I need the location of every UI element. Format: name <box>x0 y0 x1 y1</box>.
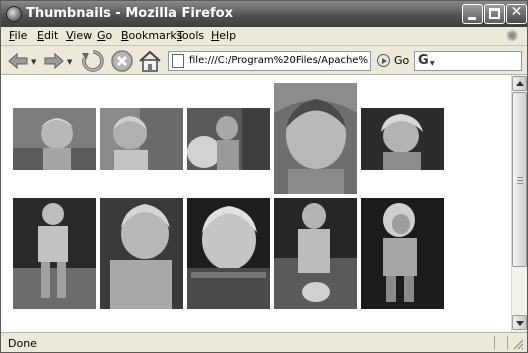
vertical-scrollbar[interactable] <box>511 75 527 332</box>
minimize-button[interactable] <box>462 4 483 24</box>
browser-window: Thumbnails - Mozilla Firefox ✕ File Edit… <box>0 0 528 353</box>
status-bar: Done <box>1 332 527 352</box>
menu-go[interactable]: Go <box>97 29 112 42</box>
scroll-up-button[interactable] <box>512 76 527 91</box>
status-text: Done <box>8 337 37 350</box>
status-divider <box>507 336 508 350</box>
maximize-icon <box>489 8 500 19</box>
forward-button[interactable] <box>43 52 65 70</box>
arrow-down-icon <box>516 321 524 326</box>
minimize-icon <box>468 17 476 20</box>
status-divider <box>494 336 495 350</box>
stop-icon <box>111 50 133 72</box>
search-engine-icon[interactable]: G <box>418 53 429 68</box>
thumbnail-photo-3[interactable] <box>187 108 270 170</box>
thumbnail-photo-2[interactable] <box>100 108 183 170</box>
menu-edit[interactable]: Edit <box>37 29 58 42</box>
grip-line <box>517 177 523 178</box>
thumbnail-photo-7[interactable] <box>100 198 183 309</box>
grip-line <box>517 180 523 181</box>
menu-tools[interactable]: Tools <box>177 29 204 42</box>
home-button[interactable] <box>138 49 162 73</box>
back-dropdown-icon[interactable]: ▼ <box>31 58 36 66</box>
forward-arrow-icon <box>44 52 64 70</box>
close-button[interactable]: ✕ <box>506 4 527 24</box>
thumbnail-photo-6[interactable] <box>13 198 96 309</box>
close-icon: ✕ <box>510 4 523 20</box>
thumbnail-photo-5[interactable] <box>361 108 444 170</box>
resize-grip-icon[interactable] <box>513 339 524 350</box>
arrow-up-icon <box>516 81 524 86</box>
forward-dropdown-icon[interactable]: ▼ <box>67 58 72 66</box>
url-field[interactable]: file:///C:/Program%20Files/Apache%20C <box>168 51 371 71</box>
thumbnail-photo-8[interactable] <box>187 198 270 309</box>
title-bar[interactable]: Thumbnails - Mozilla Firefox ✕ <box>1 1 527 27</box>
grip-line <box>517 183 523 184</box>
throbber-icon: ✺ <box>505 27 519 45</box>
search-input[interactable]: G ▼ <box>414 51 522 71</box>
scrollbar-thumb[interactable] <box>512 92 527 267</box>
go-icon[interactable] <box>377 54 390 67</box>
thumbnail-photo-4[interactable] <box>274 83 357 194</box>
menu-view[interactable]: View <box>66 29 92 42</box>
reload-icon <box>82 50 104 72</box>
scroll-down-button[interactable] <box>512 315 527 330</box>
navigation-toolbar: ▼ ▼ file:///C:/Program%20Files/Apache%20… <box>1 45 527 75</box>
home-icon <box>139 50 161 72</box>
reload-button[interactable] <box>81 49 105 73</box>
menu-file[interactable]: File <box>9 29 27 42</box>
maximize-button[interactable] <box>484 4 505 24</box>
menu-bookmarks[interactable]: Bookmarks <box>121 29 182 42</box>
stop-button[interactable] <box>110 49 134 73</box>
thumbnail-photo-1[interactable] <box>13 108 96 170</box>
go-button[interactable]: Go <box>394 54 409 67</box>
firefox-icon <box>6 6 22 22</box>
search-engine-dropdown-icon[interactable]: ▼ <box>430 60 435 67</box>
thumbnail-photo-10[interactable] <box>361 198 444 309</box>
menu-bar: File Edit View Go Bookmarks Tools Help ✺ <box>1 27 527 45</box>
window-title: Thumbnails - Mozilla Firefox <box>26 6 233 21</box>
page-content <box>1 75 511 332</box>
back-arrow-icon <box>8 52 28 70</box>
back-button[interactable] <box>7 52 29 70</box>
thumbnail-photo-9[interactable] <box>274 198 357 309</box>
url-text: file:///C:/Program%20Files/Apache%20C <box>189 55 369 66</box>
menu-help[interactable]: Help <box>211 29 236 42</box>
page-icon <box>172 54 184 68</box>
